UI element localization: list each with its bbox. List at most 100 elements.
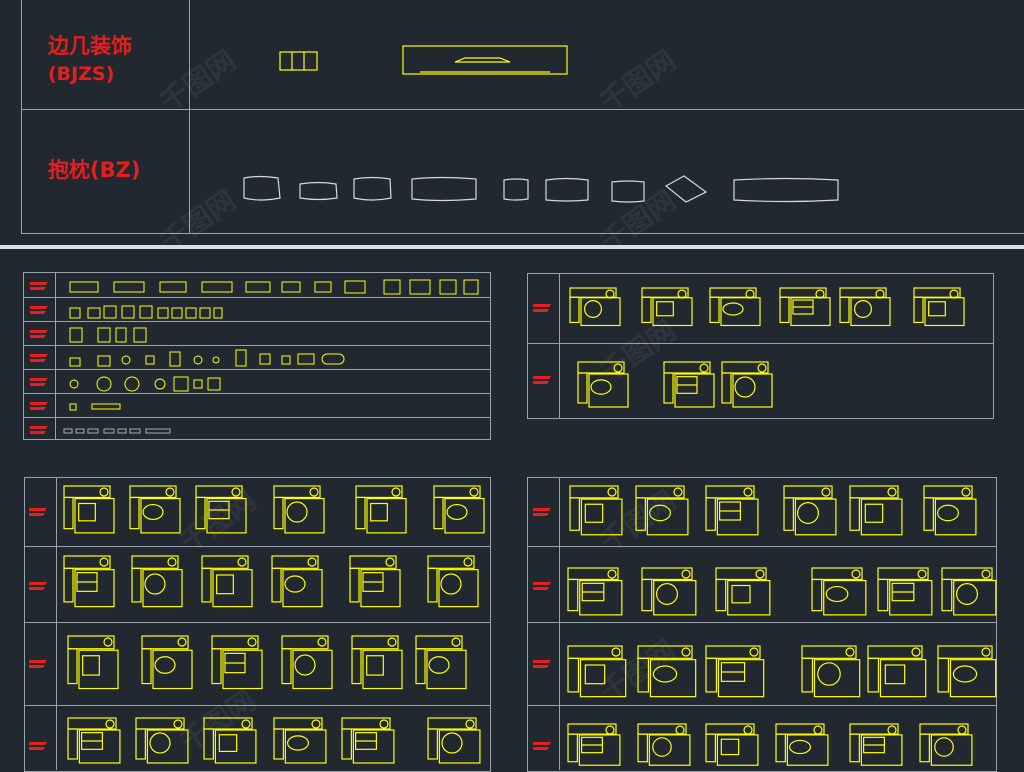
sofa-set-plan bbox=[427, 717, 481, 764]
sofa-set-plan bbox=[705, 485, 759, 536]
side-table-symbol bbox=[321, 353, 345, 365]
sofa-set-plan bbox=[709, 287, 761, 327]
sofa-set-plan bbox=[271, 555, 323, 608]
rug-symbol bbox=[91, 403, 121, 410]
row-marker bbox=[30, 306, 48, 314]
sofa-set-plan bbox=[351, 635, 403, 690]
sofa-set-plan bbox=[877, 567, 933, 616]
long-console-shape bbox=[402, 45, 568, 75]
sofa-set-plan bbox=[801, 645, 861, 698]
row-marker bbox=[30, 354, 48, 362]
side-table-decor-drawing bbox=[279, 45, 568, 75]
round-table-symbol bbox=[193, 379, 203, 389]
sofa-set-plan bbox=[201, 555, 253, 608]
panel-c-divider bbox=[559, 478, 560, 770]
chair-symbol bbox=[171, 307, 183, 319]
sofa-set-plan bbox=[867, 645, 927, 698]
sofa-set-plan bbox=[783, 485, 837, 536]
sofa-set-plan bbox=[433, 485, 485, 534]
table-symbol bbox=[133, 327, 147, 343]
chair-symbol bbox=[139, 305, 153, 319]
sofa-set-plan bbox=[577, 361, 629, 408]
top-panel-divider bbox=[189, 0, 190, 234]
panel-c-row-divider bbox=[528, 705, 996, 706]
sofa-set-plan bbox=[203, 717, 257, 764]
row-marker bbox=[533, 582, 551, 590]
category-side-table-decor-label: 边几装饰 (BJZS) bbox=[48, 32, 132, 88]
row-marker bbox=[30, 378, 48, 386]
panel-b-row-divider bbox=[25, 622, 490, 623]
round-table-symbol bbox=[154, 378, 166, 390]
sofa-set-plan bbox=[567, 567, 623, 616]
legend-row-divider bbox=[24, 321, 490, 322]
pillow-shape bbox=[733, 177, 839, 203]
category-name: 边几装饰 bbox=[48, 34, 132, 58]
sofa-set-plan bbox=[67, 717, 121, 764]
row-marker bbox=[533, 508, 551, 516]
sofa-symbol bbox=[439, 279, 457, 295]
sofa-set-plan bbox=[923, 485, 977, 536]
sofa-set-plan bbox=[811, 567, 867, 616]
sofa-set-plan bbox=[913, 287, 965, 327]
sofa-set-plan bbox=[663, 361, 715, 408]
pillow-shape bbox=[611, 180, 645, 203]
pillow-shape bbox=[411, 176, 477, 202]
sofa-set-plan bbox=[569, 485, 623, 536]
sofa-set-plan bbox=[129, 485, 181, 534]
sofa-symbol bbox=[281, 281, 301, 293]
round-table-symbol bbox=[207, 377, 221, 391]
pillow-shape bbox=[353, 176, 392, 201]
legend-row-divider bbox=[24, 297, 490, 298]
sofa-set-plan bbox=[355, 485, 407, 534]
chair-symbol bbox=[199, 307, 211, 319]
sofa-set-plan bbox=[63, 555, 115, 608]
chair-symbol bbox=[69, 307, 81, 319]
row-marker bbox=[533, 304, 551, 312]
row-marker bbox=[30, 330, 48, 338]
sofa-set-plan bbox=[941, 567, 997, 616]
sofa-set-plan bbox=[211, 635, 263, 690]
small-cabinet-shape bbox=[279, 51, 318, 71]
row-marker bbox=[29, 582, 47, 590]
side-table-symbol bbox=[297, 353, 315, 365]
round-table-symbol bbox=[124, 376, 140, 392]
sofa-set-plan bbox=[567, 723, 621, 766]
sofa-set-plan bbox=[341, 717, 395, 764]
sofa-set-plan bbox=[839, 287, 891, 327]
row-marker bbox=[30, 282, 48, 290]
pillow-shape bbox=[664, 175, 708, 203]
small-item-symbol bbox=[87, 428, 99, 434]
pillow-shape bbox=[545, 177, 589, 202]
section-separator bbox=[0, 245, 1024, 249]
row-marker bbox=[30, 426, 48, 434]
chair-symbol bbox=[185, 307, 197, 319]
sofa-set-plan bbox=[141, 635, 193, 690]
sofa-set-plan bbox=[705, 645, 765, 698]
sofa-set-plan bbox=[849, 723, 903, 766]
side-table-symbol bbox=[169, 351, 181, 367]
side-table-symbol bbox=[193, 355, 203, 365]
panel-a-divider bbox=[559, 274, 560, 418]
sofa-set-plan bbox=[415, 635, 467, 690]
category-code: (BJZS) bbox=[48, 63, 115, 85]
panel-b-row-divider bbox=[25, 705, 490, 706]
panel-a-row-divider bbox=[528, 343, 993, 344]
round-table-symbol bbox=[96, 376, 112, 392]
small-item-symbol bbox=[129, 428, 141, 434]
side-table-symbol bbox=[235, 349, 247, 367]
sofa-set-plan bbox=[273, 485, 325, 534]
side-table-symbol bbox=[281, 355, 291, 365]
round-table-symbol bbox=[173, 376, 189, 392]
panel-c-row-divider bbox=[528, 622, 996, 623]
table-symbol bbox=[97, 327, 111, 343]
sofa-set-plan bbox=[637, 723, 691, 766]
sofa-set-plan bbox=[775, 723, 829, 766]
category-name: 抱枕(BZ) bbox=[48, 158, 141, 182]
row-marker bbox=[29, 660, 47, 668]
legend-row-divider bbox=[24, 417, 490, 418]
sofa-set-plan bbox=[641, 567, 697, 616]
sofa-set-plan bbox=[937, 645, 997, 698]
row-marker bbox=[29, 508, 47, 516]
table-symbol bbox=[69, 327, 83, 343]
sofa-set-plan bbox=[569, 287, 621, 327]
